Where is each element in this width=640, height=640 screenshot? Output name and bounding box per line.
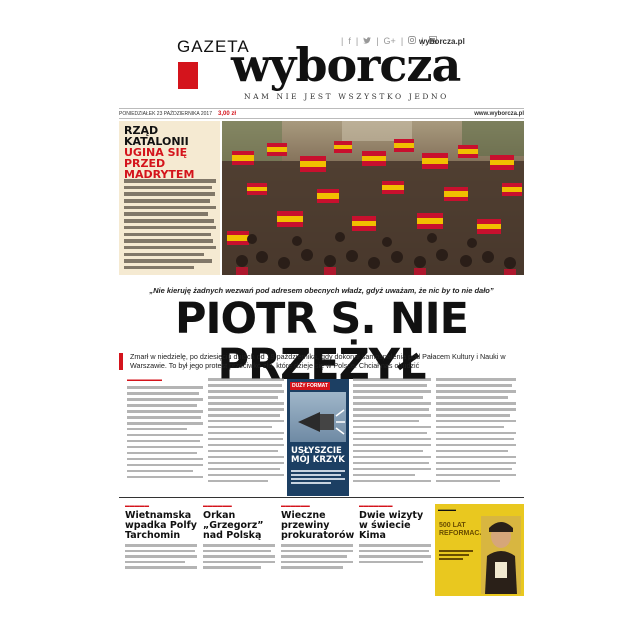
- article-column-1: [127, 386, 203, 482]
- teaser-body: [281, 544, 353, 569]
- teaser-title: Wieczne przewiny prokuratorów: [281, 510, 355, 541]
- article-byline: ▬▬▬▬▬▬▬: [127, 377, 162, 383]
- lead-paragraph: Zmarł w niedzielę, po dziesięciu dniach …: [130, 352, 506, 370]
- catalonia-body-text: [124, 179, 216, 273]
- ad-title: 500 LAT REFORMACJI: [439, 522, 486, 537]
- article-column-2: [208, 378, 284, 486]
- promo-tag: DUŻY FORMAT: [290, 382, 330, 390]
- divider: |: [376, 36, 379, 46]
- instagram-icon[interactable]: [408, 36, 417, 46]
- masthead-wyborcza: wyborcza: [231, 38, 461, 92]
- divider: |: [400, 36, 404, 46]
- masthead-motto: NAM NIE JEST WSZYSTKO JEDNO: [244, 92, 449, 101]
- teaser-polfa[interactable]: ▬▬▬▬▬ Wietnamska wpadka Polfy Tarchomin: [125, 504, 197, 569]
- teaser-label: ▬▬▬▬▬▬: [281, 504, 310, 509]
- teaser-label: ▬▬▬▬▬▬: [203, 504, 232, 509]
- issue-date: PONIEDZIAŁEK 23 PAŹDZIERNIKA 2017: [119, 110, 212, 117]
- ad-tag: ▬▬▬▬: [438, 507, 456, 512]
- catalonia-title: RZĄD KATALONII UGINA SIĘ PRZED MADRYTEM: [124, 125, 216, 180]
- facebook-icon[interactable]: f: [348, 36, 351, 46]
- catalonia-title-line1: RZĄD KATALONII: [124, 124, 189, 148]
- ad-subtitle: [439, 550, 477, 560]
- promo-subtitle: [291, 469, 346, 486]
- duzy-format-promo[interactable]: DUŻY FORMAT USŁYSZCIE MÓJ KRZYK: [287, 379, 349, 496]
- twitter-icon[interactable]: [363, 36, 372, 46]
- divider: |: [341, 36, 344, 46]
- promo-image: [290, 392, 346, 442]
- teaser-prokuratorzy[interactable]: ▬▬▬▬▬▬ Wieczne przewiny prokuratorów: [281, 504, 355, 569]
- screenshot: { "masthead": { "gazeta": "GAZETA", "wyb…: [0, 0, 640, 640]
- reformation-ad[interactable]: ▬▬▬▬ 500 LAT REFORMACJI: [435, 504, 524, 596]
- teaser-title: Wietnamska wpadka Polfy Tarchomin: [125, 510, 197, 541]
- dateline-website: www.wyborcza.pl: [474, 110, 524, 117]
- article-column-3: [353, 378, 431, 486]
- teaser-label: ▬▬▬▬▬: [125, 504, 149, 509]
- promo-title: USŁYSZCIE MÓJ KRZYK: [291, 446, 345, 465]
- newspaper-front-page: GAZETA wyborcza NAM NIE JEST WSZYSTKO JE…: [119, 28, 524, 640]
- teaser-body: [125, 544, 197, 569]
- google-plus-icon[interactable]: G+: [384, 36, 396, 46]
- crowd-photo: [222, 121, 524, 275]
- teaser-body: [359, 544, 431, 563]
- article-column-4: [436, 378, 516, 486]
- masthead-red-bar: [178, 62, 198, 89]
- issue-price: 3,00 zł: [218, 110, 237, 117]
- website-link[interactable]: wyborcza.pl: [419, 37, 465, 46]
- teaser-kim[interactable]: ▬▬▬▬▬▬▬ Dwie wizyty w świecie Kima: [359, 504, 431, 563]
- teaser-title: Orkan „Grzegorz” nad Polską: [203, 510, 264, 541]
- catalonia-title-line2: UGINA SIĘ PRZED: [124, 146, 188, 170]
- teaser-title: Dwie wizyty w świecie Kima: [359, 510, 424, 541]
- lead-marker: [119, 353, 123, 370]
- teaser-label: ▬▬▬▬▬▬▬: [359, 504, 393, 509]
- main-headline[interactable]: PIOTR S. NIE PRZEŻYŁ: [119, 296, 524, 388]
- teaser-orkan[interactable]: ▬▬▬▬▬▬ Orkan „Grzegorz” nad Polską: [203, 504, 275, 569]
- section-divider: [119, 497, 524, 498]
- divider: |: [355, 36, 359, 46]
- luther-portrait: [481, 516, 521, 594]
- dateline: PONIEDZIAŁEK 23 PAŹDZIERNIKA 2017 3,00 z…: [119, 108, 524, 119]
- crowd-photo-image: [222, 121, 524, 275]
- teaser-body: [203, 544, 275, 569]
- catalonia-teaser[interactable]: RZĄD KATALONII UGINA SIĘ PRZED MADRYTEM: [119, 121, 220, 275]
